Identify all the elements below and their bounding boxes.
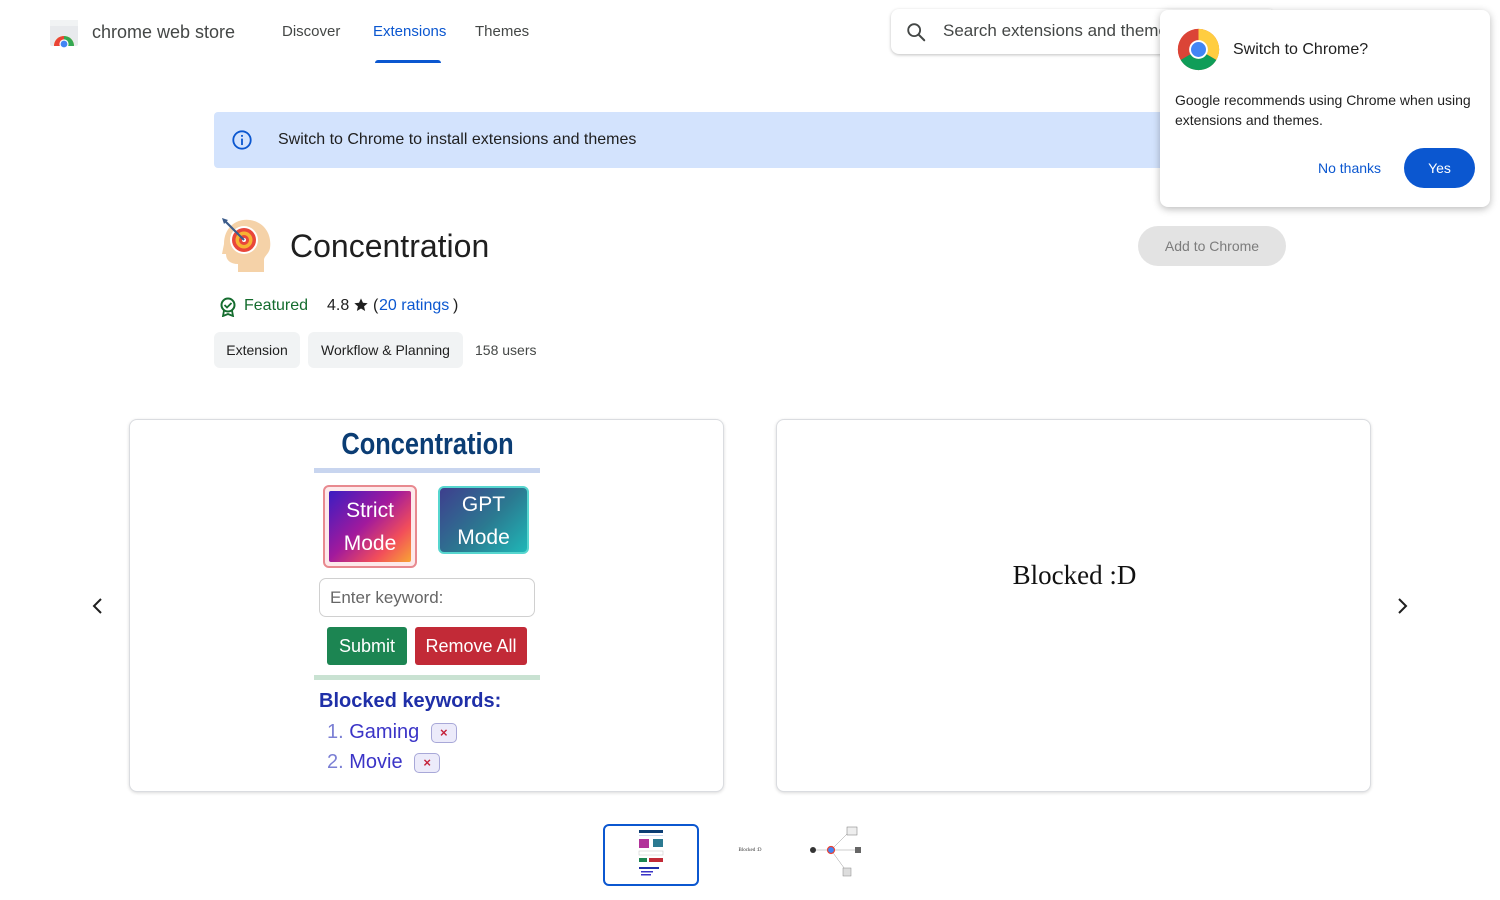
nav-discover[interactable]: Discover (282, 22, 340, 42)
search-icon[interactable] (905, 21, 927, 43)
nav-themes[interactable]: Themes (475, 22, 529, 42)
thumbnail-2[interactable]: Blocked :D (702, 824, 798, 886)
chevron-right-icon[interactable] (1390, 594, 1414, 618)
chrome-logo (1177, 28, 1220, 71)
chrome-web-store-logo[interactable] (48, 16, 80, 48)
slide1-keyword-item: 2. Movie × (327, 750, 441, 774)
slide1-strict-mode: Strict Mode (323, 485, 417, 568)
user-count: 158 users (475, 342, 537, 358)
thumbnail-3-diagram (810, 826, 861, 877)
rating-value: 4.8 (327, 297, 350, 314)
dialog-body: Google recommends using Chrome when usin… (1175, 92, 1471, 128)
slide1-gpt-mode: GPT Mode (438, 486, 529, 554)
thumbnail-2-text: Blocked :D (738, 848, 762, 853)
slide1-submit: Submit (327, 627, 407, 665)
keyword-number: 1. (327, 721, 344, 743)
chip-category[interactable]: Workflow & Planning (308, 332, 463, 368)
banner-text: Switch to Chrome to install extensions a… (278, 131, 637, 148)
slide1-divider-2 (314, 675, 540, 680)
thumbnail-1-preview (638, 830, 664, 876)
slide2-text: Blocked :D (1012, 560, 1137, 590)
featured-badge-icon (220, 297, 236, 317)
thumbnail-1[interactable] (603, 824, 699, 886)
screenshot-slide-2[interactable]: Blocked :D (776, 419, 1371, 792)
switch-to-chrome-dialog: Switch to Chrome? Google recommends usin… (1160, 10, 1490, 207)
brand-name[interactable]: chrome web store (92, 20, 235, 44)
slide1-keyword-item: 1. Gaming × (327, 720, 457, 744)
chevron-left-icon[interactable] (86, 594, 110, 618)
keyword-text: Gaming (349, 721, 420, 743)
screenshot-slide-1[interactable]: Concentration Strict Mode GPT Mode Enter… (129, 419, 724, 792)
slide1-title: Concentration (341, 426, 514, 461)
add-to-chrome-button[interactable]: Add to Chrome (1138, 226, 1286, 266)
star-icon (354, 298, 368, 311)
slide1-divider (314, 468, 540, 473)
ratings-link[interactable]: 20 ratings (379, 296, 449, 316)
strict-mode-line2: Mode (343, 532, 397, 555)
slide1-keyword-input: Enter keyword: (319, 578, 535, 617)
gpt-mode-line1: GPT (461, 493, 506, 516)
install-banner: Switch to Chrome to install extensions a… (214, 112, 1286, 168)
nav-active-indicator (375, 60, 441, 63)
thumbnail-3[interactable] (801, 824, 897, 886)
dialog-title: Switch to Chrome? (1233, 41, 1369, 58)
keyword-remove: × (430, 722, 457, 743)
slide1-blocked-heading: Blocked keywords: (319, 690, 502, 712)
gpt-mode-line2: Mode (457, 526, 510, 549)
concentration-app-icon (222, 218, 271, 272)
featured-label[interactable]: Featured (244, 296, 308, 316)
slide1-remove-all: Remove All (415, 627, 527, 665)
yes-button[interactable]: Yes (1404, 148, 1475, 188)
no-thanks-button[interactable]: No thanks (1308, 148, 1391, 188)
keyword-number: 2. (327, 751, 344, 773)
extension-title: Concentration (290, 228, 490, 264)
ratings-paren-close: ) (453, 297, 459, 314)
strict-mode-line1: Strict (346, 499, 394, 522)
nav-extensions[interactable]: Extensions (373, 22, 446, 42)
keyword-remove: × (414, 752, 441, 773)
chip-extension[interactable]: Extension (214, 332, 300, 368)
info-icon (232, 130, 252, 150)
ratings-paren-open: ( (373, 297, 379, 314)
keyword-text: Movie (349, 751, 403, 773)
